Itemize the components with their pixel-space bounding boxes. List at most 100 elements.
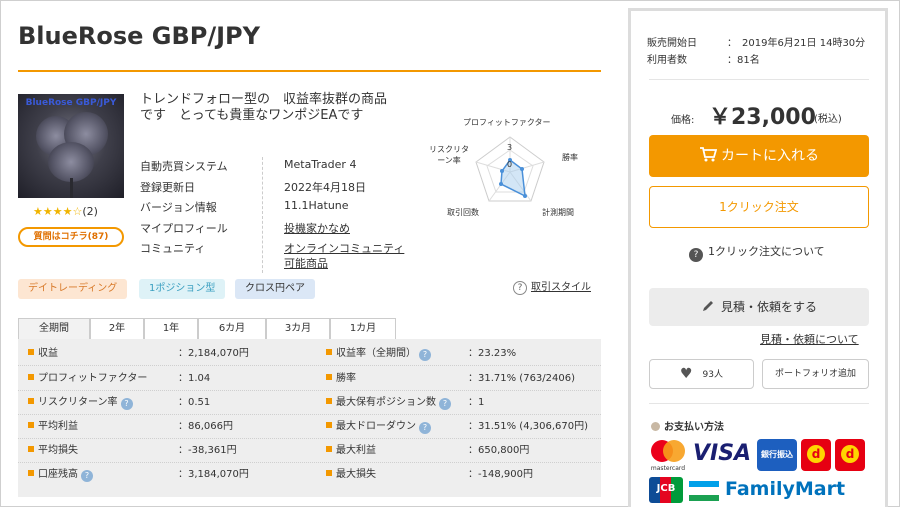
sale-start-value: ： 2019年6月21日 14時30分 (727, 38, 866, 49)
stat-label: 勝率 (326, 369, 356, 388)
stat-value: ：31.71% (763/2406) (468, 373, 576, 384)
radar-label-riskreturn: リスクリターン率 (429, 145, 469, 165)
like-button[interactable]: ♥ 93人 (649, 359, 754, 389)
stat-value: ：-38,361円 (178, 445, 237, 456)
like-count: 93人 (702, 370, 723, 380)
trade-style-link[interactable]: ? 取引スタイル (513, 278, 591, 295)
spec-label: 自動売買システム (140, 160, 228, 173)
one-click-order-button[interactable]: 1クリック注文 (649, 186, 869, 228)
spec-label: コミュニティ (140, 242, 206, 255)
stat-label: 平均利益 (28, 417, 78, 436)
help-icon[interactable]: ? (81, 470, 93, 482)
stat-label-text: 最大ドローダウン (336, 421, 416, 432)
rating-count: (2) (82, 205, 98, 218)
stat-label-text: 平均利益 (38, 421, 78, 432)
bullet-icon (28, 422, 34, 428)
radar-label-pf: プロフィットファクター (463, 118, 551, 127)
tab-6m[interactable]: 6カ月 (198, 318, 266, 340)
tag-one-position[interactable]: 1ポジション型 (139, 279, 226, 299)
cart-label: カートに入れる (721, 148, 819, 164)
bullet-icon (28, 446, 34, 452)
bullet-icon (326, 374, 332, 380)
spec-value: 11.1Hatune (284, 199, 349, 212)
tag-cross-yen[interactable]: クロス円ペア (235, 279, 315, 299)
stat-label: 平均損失 (28, 441, 78, 460)
estimate-label: 見積・依頼をする (720, 300, 817, 314)
bullet-icon (28, 374, 34, 380)
bullet-icon (326, 349, 332, 355)
sidebar-divider (649, 403, 869, 404)
product-description: トレンドフォロー型の 収益率抜群の商品です とっても貴重なワンポジEAです (140, 92, 388, 123)
tab-1m[interactable]: 1カ月 (330, 318, 396, 340)
radar-label-trades: 取引回数 (447, 208, 479, 217)
users-value: ：81名 (727, 55, 760, 66)
stat-label-text: 最大利益 (336, 445, 376, 456)
payment-dot-icon (651, 422, 660, 431)
tab-all[interactable]: 全期間 (18, 318, 90, 340)
stat-label-text: 収益 (38, 348, 58, 359)
help-icon[interactable]: ? (439, 398, 451, 410)
rose-shape (48, 142, 94, 182)
portfolio-add-button[interactable]: ポートフォリオ追加 (762, 359, 869, 389)
question-button[interactable]: 質問はコチラ(87) (18, 227, 124, 247)
spec-value: 2022年4月18日 (284, 181, 366, 194)
tab-1y[interactable]: 1年 (144, 318, 198, 340)
stat-value: ：3,184,070円 (178, 469, 249, 480)
stat-label-text: 勝率 (336, 373, 356, 384)
payment-title: お支払い方法 (651, 418, 724, 433)
spec-label: バージョン情報 (140, 201, 217, 214)
visa-logo: VISA (693, 441, 752, 466)
stat-value: ：86,066円 (178, 421, 233, 432)
community-link-cont[interactable]: 可能商品 (284, 255, 328, 271)
docomo-d-payment-logo: d (801, 439, 831, 471)
radar-label-period: 計測期間 (542, 208, 574, 217)
stat-label: 最大利益 (326, 441, 376, 460)
help-icon[interactable]: ? (419, 422, 431, 434)
row-divider (18, 462, 601, 463)
stat-label-text: 収益率（全期間） (336, 348, 416, 359)
stat-label-text: 最大損失 (336, 469, 376, 480)
stat-value: ：0.51 (178, 397, 211, 408)
help-icon[interactable]: ? (120, 398, 133, 410)
bullet-icon (28, 470, 34, 476)
tag-daytrade[interactable]: デイトレーディング (18, 279, 128, 299)
stat-value: ：1.04 (178, 373, 211, 384)
add-to-cart-button[interactable]: カートに入れる (649, 135, 869, 177)
product-image[interactable]: BlueRose GBP/JPY (18, 94, 124, 198)
row-divider (18, 390, 601, 391)
familymart-logo: FamilyMart (725, 478, 846, 500)
profile-link[interactable]: 投機家かなめ (284, 220, 350, 236)
community-link[interactable]: オンラインコミュニティ (284, 240, 404, 256)
stat-label-text: 口座残高 (38, 469, 78, 480)
jcb-logo: JCB (649, 477, 683, 503)
rose-stem (70, 178, 73, 198)
radar-label-winrate: 勝率 (562, 153, 578, 162)
stat-value: ：650,800円 (468, 445, 530, 456)
bullet-icon (326, 422, 332, 428)
help-icon[interactable]: ? (419, 349, 431, 361)
stat-label: 口座残高? (28, 465, 93, 484)
sidebar-divider (649, 79, 869, 80)
d-daily-logo: d (835, 439, 865, 471)
mastercard-logo: mastercard (649, 438, 687, 474)
tab-2y[interactable]: 2年 (90, 318, 144, 340)
stat-value: ：2,184,070円 (178, 348, 249, 359)
cart-icon (700, 147, 718, 162)
stat-label-text: 最大保有ポジション数 (336, 397, 436, 408)
rating[interactable]: ★★★★☆(2) (33, 205, 98, 218)
bullet-icon (28, 349, 34, 355)
stat-label: 最大ドローダウン? (326, 417, 431, 436)
bullet-icon (326, 470, 332, 476)
spec-label: 登録更新日 (140, 181, 195, 194)
spec-label: マイプロフィール (140, 222, 228, 235)
estimate-button[interactable]: 見積・依頼をする (649, 288, 869, 326)
one-click-about-link[interactable]: ? 1クリック注文について (689, 243, 825, 262)
estimate-about-link[interactable]: 見積・依頼について (760, 331, 859, 347)
bullet-icon (326, 446, 332, 452)
radar-scale-zero: 0 (507, 160, 513, 169)
stat-label: 収益率（全期間）? (326, 344, 431, 363)
rating-stars: ★★★★☆ (33, 205, 83, 218)
product-title: BlueRose GBP/JPY (18, 22, 261, 50)
title-divider (18, 70, 601, 72)
tab-3m[interactable]: 3カ月 (266, 318, 330, 340)
